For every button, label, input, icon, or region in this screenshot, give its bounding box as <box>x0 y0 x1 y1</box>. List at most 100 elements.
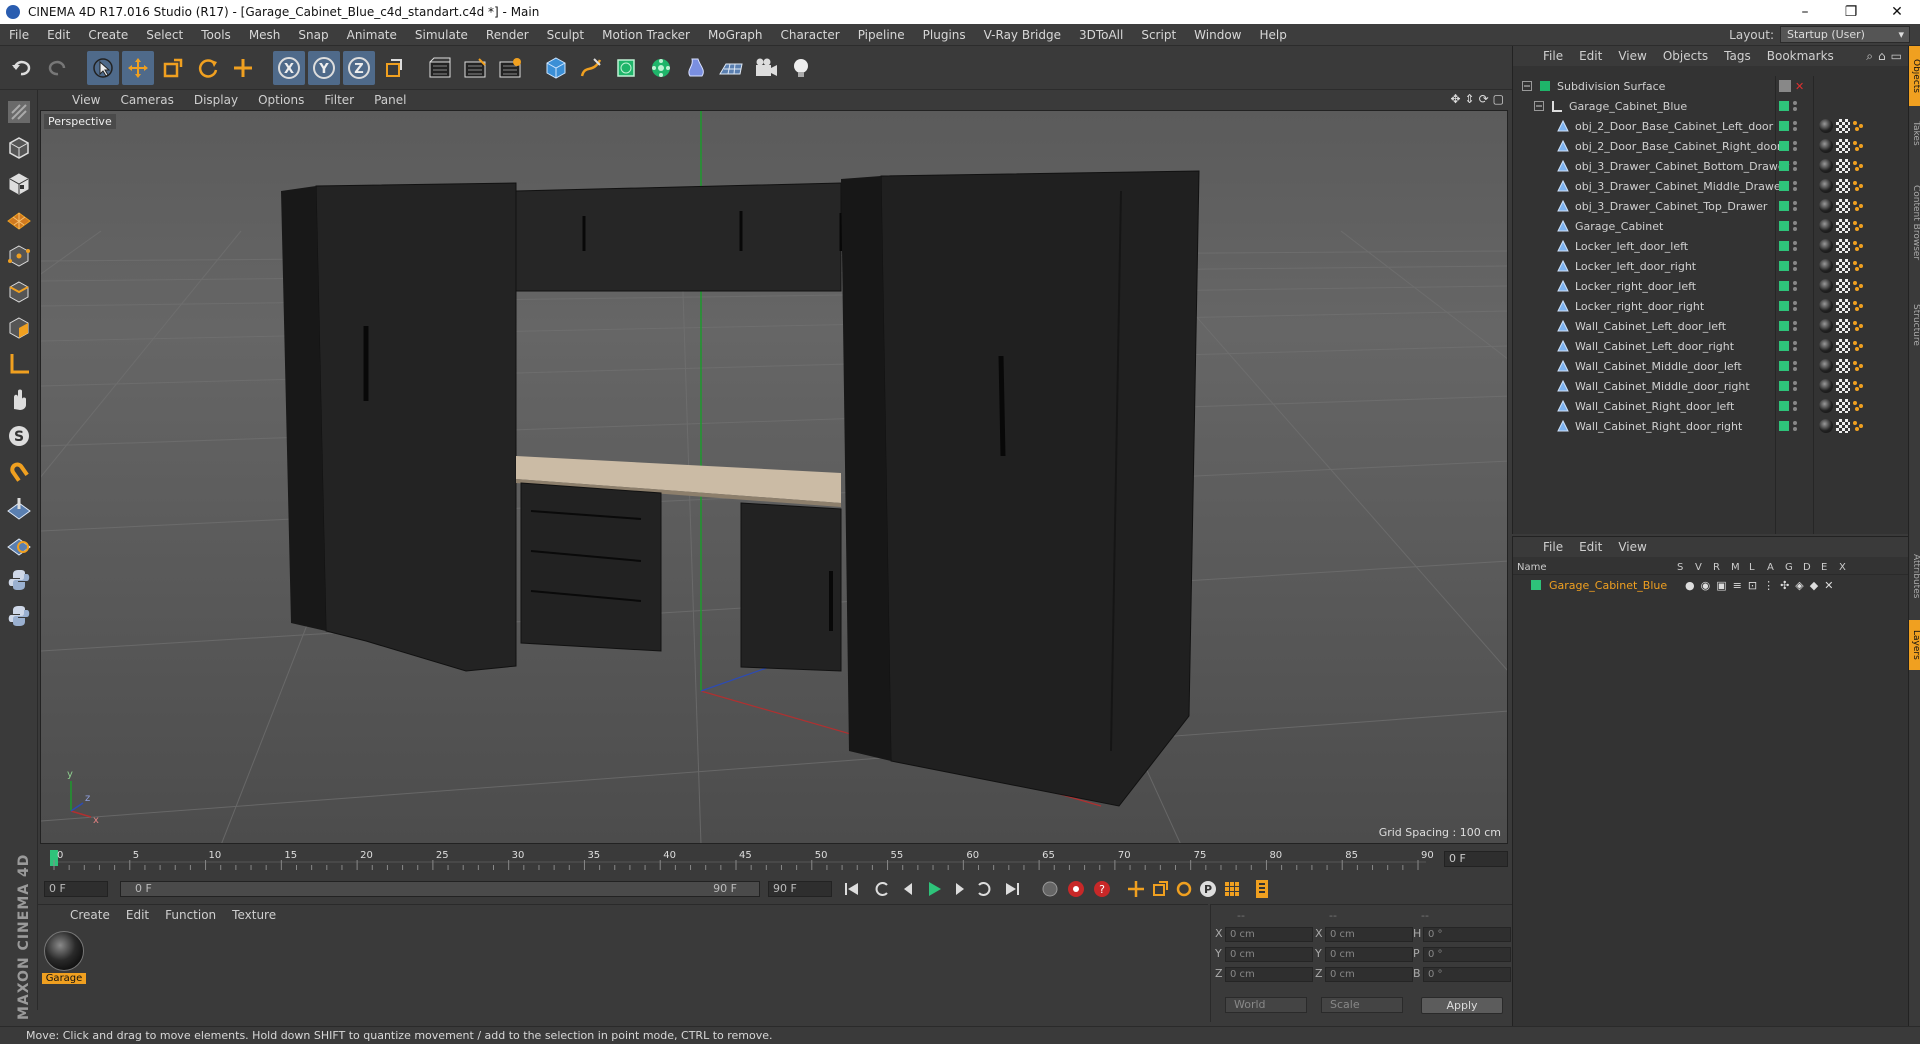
visibility-flags[interactable] <box>1779 401 1797 411</box>
timeline-ruler[interactable]: 0 5 10 15 20 25 30 35 40 45 50 55 60 65 70 75 80 85 90 <box>38 846 1438 874</box>
visibility-flags[interactable] <box>1779 141 1797 151</box>
search-icon[interactable]: ⌕ <box>1866 49 1873 64</box>
uvw-tag-icon[interactable] <box>1836 219 1850 233</box>
object-tags[interactable] <box>1819 299 1863 313</box>
uvw-tag-icon[interactable] <box>1836 339 1850 353</box>
render-picture-viewer-icon[interactable] <box>459 51 491 85</box>
tree-row-object[interactable]: Wall_Cabinet_Left_door_left <box>1513 316 1909 336</box>
om-menu-bookmarks[interactable]: Bookmarks <box>1759 49 1842 63</box>
uvw-tag-icon[interactable] <box>1836 159 1850 173</box>
visibility-flags[interactable] <box>1779 321 1797 331</box>
material-tag-icon[interactable] <box>1819 179 1833 193</box>
position-x-field[interactable]: 0 cm <box>1225 927 1313 942</box>
selection-tag-icon[interactable] <box>1853 281 1863 291</box>
goto-end-icon[interactable] <box>1000 878 1024 900</box>
tree-row-object[interactable]: obj_3_Drawer_Cabinet_Bottom_Drawer <box>1513 156 1909 176</box>
pan-view-icon[interactable]: ✥ <box>1450 92 1460 106</box>
viewport-menu-panel[interactable]: Panel <box>364 93 416 107</box>
tab-attributes[interactable]: Attributes <box>1909 536 1920 616</box>
visibility-flags[interactable] <box>1779 221 1797 231</box>
live-selection-icon[interactable] <box>87 50 119 85</box>
menu-create[interactable]: Create <box>79 24 137 46</box>
close-button[interactable]: ✕ <box>1874 0 1920 24</box>
rotation-h-field[interactable]: 0 ° <box>1423 927 1511 942</box>
om-menu-objects[interactable]: Objects <box>1655 49 1716 63</box>
tree-row-object[interactable]: Wall_Cabinet_Middle_door_left <box>1513 356 1909 376</box>
snapping-icon[interactable]: S <box>3 420 35 452</box>
tree-row-object[interactable]: Wall_Cabinet_Right_door_right <box>1513 416 1909 436</box>
render-settings-icon[interactable] <box>494 51 526 85</box>
material-tag-icon[interactable] <box>1819 139 1833 153</box>
menu-snap[interactable]: Snap <box>289 24 337 46</box>
menu-vray-bridge[interactable]: V-Ray Bridge <box>975 24 1070 46</box>
menu-animate[interactable]: Animate <box>338 24 406 46</box>
material-tag-icon[interactable] <box>1819 379 1833 393</box>
selection-tag-icon[interactable] <box>1853 241 1863 251</box>
om-menu-file[interactable]: File <box>1535 49 1571 63</box>
tree-row-object[interactable]: Garage_Cabinet <box>1513 216 1909 236</box>
sculpt-grid-icon[interactable] <box>3 492 35 524</box>
goto-start-icon[interactable] <box>840 878 864 900</box>
material-menu-texture[interactable]: Texture <box>224 908 284 922</box>
uvw-tag-icon[interactable] <box>1836 299 1850 313</box>
menu-3dtoall[interactable]: 3DToAll <box>1070 24 1132 46</box>
selection-tag-icon[interactable] <box>1853 221 1863 231</box>
tree-row-object[interactable]: Wall_Cabinet_Middle_door_right <box>1513 376 1909 396</box>
render-toggle-icon[interactable]: ▣ <box>1716 579 1726 592</box>
tree-row-subdivision-surface[interactable]: Subdivision Surface ✕ <box>1513 76 1909 96</box>
key-pla-icon[interactable] <box>1220 878 1244 900</box>
layer-toggles[interactable]: ● ◉ ▣ ≡ ⊡ ⋮ ✣ ◈ ◆ ✕ <box>1685 579 1833 592</box>
selection-tag-icon[interactable] <box>1853 261 1863 271</box>
tree-row-object[interactable]: obj_3_Drawer_Cabinet_Middle_Drawer <box>1513 176 1909 196</box>
python-icon[interactable] <box>3 564 35 596</box>
size-x-field[interactable]: 0 cm <box>1325 927 1413 942</box>
tab-takes[interactable]: Takes <box>1909 110 1920 156</box>
selection-tag-icon[interactable] <box>1853 141 1863 151</box>
cube-primitive-icon[interactable] <box>540 51 572 85</box>
visibility-flags[interactable] <box>1779 121 1797 131</box>
light-icon[interactable] <box>785 51 817 85</box>
selection-tag-icon[interactable] <box>1853 161 1863 171</box>
visibility-flags[interactable] <box>1779 201 1797 211</box>
deformer-toggle-icon[interactable]: ◈ <box>1795 579 1803 592</box>
transform-tool-icon[interactable] <box>227 51 259 85</box>
make-editable-icon[interactable] <box>3 96 35 128</box>
menu-edit[interactable]: Edit <box>38 24 79 46</box>
object-tags[interactable] <box>1819 219 1863 233</box>
selection-tag-icon[interactable] <box>1853 381 1863 391</box>
z-axis-lock-icon[interactable]: Z <box>343 50 375 85</box>
rotate-view-icon[interactable]: ⟳ <box>1479 92 1489 106</box>
uvw-tag-icon[interactable] <box>1836 239 1850 253</box>
material-tag-icon[interactable] <box>1819 159 1833 173</box>
uvw-tag-icon[interactable] <box>1836 279 1850 293</box>
material-tag-icon[interactable] <box>1819 299 1833 313</box>
sculpt-rotate-icon[interactable] <box>3 528 35 560</box>
coordinate-space-dropdown[interactable]: World <box>1225 997 1307 1013</box>
expression-toggle-icon[interactable]: ◆ <box>1810 579 1818 592</box>
render-view-icon[interactable] <box>424 51 456 85</box>
uvw-tag-icon[interactable] <box>1836 119 1850 133</box>
menu-motion-tracker[interactable]: Motion Tracker <box>593 24 699 46</box>
tree-row-object[interactable]: obj_3_Drawer_Cabinet_Top_Drawer <box>1513 196 1909 216</box>
uvw-tag-icon[interactable] <box>1836 199 1850 213</box>
end-frame-field[interactable]: 90 F <box>768 881 832 897</box>
floor-icon[interactable] <box>715 51 747 85</box>
tree-row-object[interactable]: Locker_right_door_left <box>1513 276 1909 296</box>
viewport-camera-label[interactable]: Perspective <box>44 114 116 129</box>
coordinate-system-icon[interactable] <box>378 51 410 85</box>
visibility-flags[interactable] <box>1779 101 1797 111</box>
model-mode-icon[interactable] <box>3 132 35 164</box>
menu-render[interactable]: Render <box>477 24 538 46</box>
key-position-icon[interactable] <box>1124 878 1148 900</box>
maximize-button[interactable]: ❐ <box>1828 0 1874 24</box>
object-tags[interactable] <box>1819 119 1863 133</box>
menu-mesh[interactable]: Mesh <box>240 24 290 46</box>
tree-row-object[interactable]: Wall_Cabinet_Right_door_left <box>1513 396 1909 416</box>
om-menu-tags[interactable]: Tags <box>1716 49 1759 63</box>
selection-tag-icon[interactable] <box>1853 341 1863 351</box>
size-mode-dropdown[interactable]: Scale <box>1321 997 1403 1013</box>
axis-mode-icon[interactable] <box>3 348 35 380</box>
uvw-tag-icon[interactable] <box>1836 259 1850 273</box>
menu-select[interactable]: Select <box>137 24 192 46</box>
collapse-icon[interactable] <box>1521 80 1533 92</box>
